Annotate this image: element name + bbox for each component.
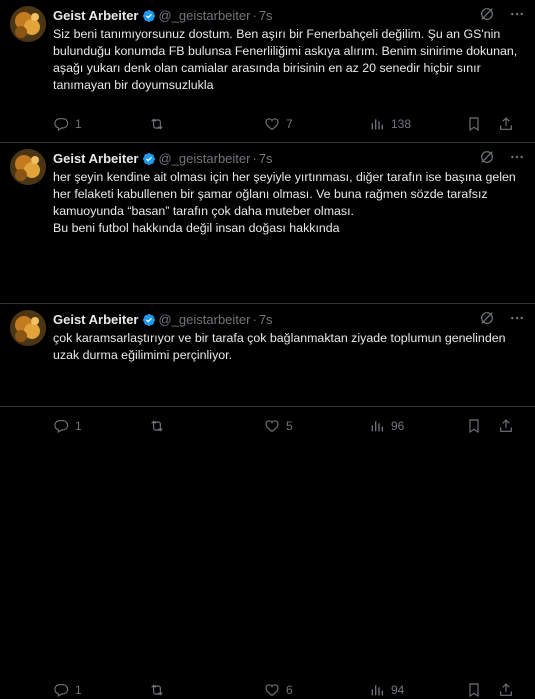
retweet-button[interactable] — [149, 417, 171, 435]
retweet-icon — [149, 418, 165, 434]
reply-button[interactable]: 1 — [53, 681, 82, 699]
tweet[interactable]: Geist Arbeiter @_geistarbeiter · 7s Siz beni… — [0, 0, 535, 143]
bookmark-icon — [466, 682, 482, 698]
tweet-text: her şeyin kendine ait olması için her şe… — [53, 170, 516, 235]
tweet-top-icons — [479, 6, 525, 27]
author-handle[interactable]: @_geistarbeiter — [159, 8, 251, 23]
avatar[interactable] — [10, 6, 46, 42]
bookmark-icon — [466, 116, 482, 132]
author-handle[interactable]: @_geistarbeiter — [159, 151, 251, 166]
reply-button[interactable]: 1 — [53, 115, 82, 133]
separator-dot: · — [252, 8, 257, 23]
bookmark-button[interactable] — [466, 417, 482, 435]
grok-icon[interactable] — [479, 6, 495, 27]
views-count: 96 — [391, 419, 405, 433]
views-count: 94 — [391, 683, 405, 697]
tweet-top-icons — [479, 149, 525, 170]
likes-count: 5 — [286, 419, 293, 433]
author-handle[interactable]: @_geistarbeiter — [159, 312, 251, 327]
timeline: Geist Arbeiter @_geistarbeiter · 7s Siz beni… — [0, 0, 535, 698]
tweet[interactable]: Geist Arbeiter @_geistarbeiter · 7s çok kara… — [0, 304, 535, 698]
views-button[interactable]: 94 — [369, 681, 404, 699]
reply-icon — [53, 116, 69, 132]
tweet-actions: 1 5 96 — [53, 417, 525, 435]
like-button[interactable]: 5 — [264, 417, 293, 435]
views-icon — [369, 418, 385, 434]
tweet-top-icons — [479, 310, 525, 331]
tweet-text: Siz beni tanımıyorsunuz dostum. Ben aşır… — [53, 27, 518, 92]
tweet-text: çok karamsarlaştırıyor ve bir tarafa çok… — [53, 331, 506, 362]
bookmark-icon — [466, 418, 482, 434]
timestamp[interactable]: 7s — [259, 151, 273, 166]
replies-count: 1 — [75, 419, 82, 433]
separator-dot: · — [252, 312, 257, 327]
grok-icon[interactable] — [479, 149, 495, 170]
likes-count: 6 — [286, 683, 293, 697]
likes-count: 7 — [286, 117, 293, 131]
like-icon — [264, 418, 280, 434]
views-button[interactable]: 138 — [369, 115, 411, 133]
avatar[interactable] — [10, 310, 46, 346]
reply-icon — [53, 418, 69, 434]
more-icon[interactable] — [509, 149, 525, 170]
share-icon — [498, 418, 514, 434]
tweet-header: Geist Arbeiter @_geistarbeiter · 7s — [53, 150, 525, 168]
timestamp[interactable]: 7s — [259, 312, 273, 327]
share-icon — [498, 682, 514, 698]
views-button[interactable]: 96 — [369, 417, 404, 435]
views-count: 138 — [391, 117, 412, 131]
like-button[interactable]: 7 — [264, 115, 293, 133]
bookmark-button[interactable] — [466, 115, 482, 133]
replies-count: 1 — [75, 117, 82, 131]
reply-icon — [53, 682, 69, 698]
avatar[interactable] — [10, 149, 46, 185]
share-button[interactable] — [498, 681, 514, 699]
author-name[interactable]: Geist Arbeiter — [53, 151, 139, 166]
retweet-icon — [149, 116, 165, 132]
more-icon[interactable] — [509, 310, 525, 331]
tweet-actions: 1 6 94 — [53, 681, 525, 699]
reply-button[interactable]: 1 — [53, 417, 82, 435]
author-name[interactable]: Geist Arbeiter — [53, 312, 139, 327]
author-name[interactable]: Geist Arbeiter — [53, 8, 139, 23]
grok-icon[interactable] — [479, 310, 495, 331]
share-button[interactable] — [498, 115, 514, 133]
tweet[interactable]: Geist Arbeiter @_geistarbeiter · 7s her şeyi… — [0, 143, 535, 434]
retweet-button[interactable] — [149, 115, 171, 133]
share-button[interactable] — [498, 417, 514, 435]
more-icon[interactable] — [509, 6, 525, 27]
tweet-header: Geist Arbeiter @_geistarbeiter · 7s — [53, 311, 525, 329]
tweet-actions: 1 7 138 — [53, 115, 525, 133]
like-button[interactable]: 6 — [264, 681, 293, 699]
like-icon — [264, 116, 280, 132]
share-icon — [498, 116, 514, 132]
views-icon — [369, 682, 385, 698]
like-icon — [264, 682, 280, 698]
retweet-button[interactable] — [149, 681, 171, 699]
bookmark-button[interactable] — [466, 681, 482, 699]
views-icon — [369, 116, 385, 132]
retweet-icon — [149, 682, 165, 698]
tweet-header: Geist Arbeiter @_geistarbeiter · 7s — [53, 7, 525, 25]
replies-count: 1 — [75, 683, 82, 697]
separator-dot: · — [252, 151, 257, 166]
timestamp[interactable]: 7s — [259, 8, 273, 23]
